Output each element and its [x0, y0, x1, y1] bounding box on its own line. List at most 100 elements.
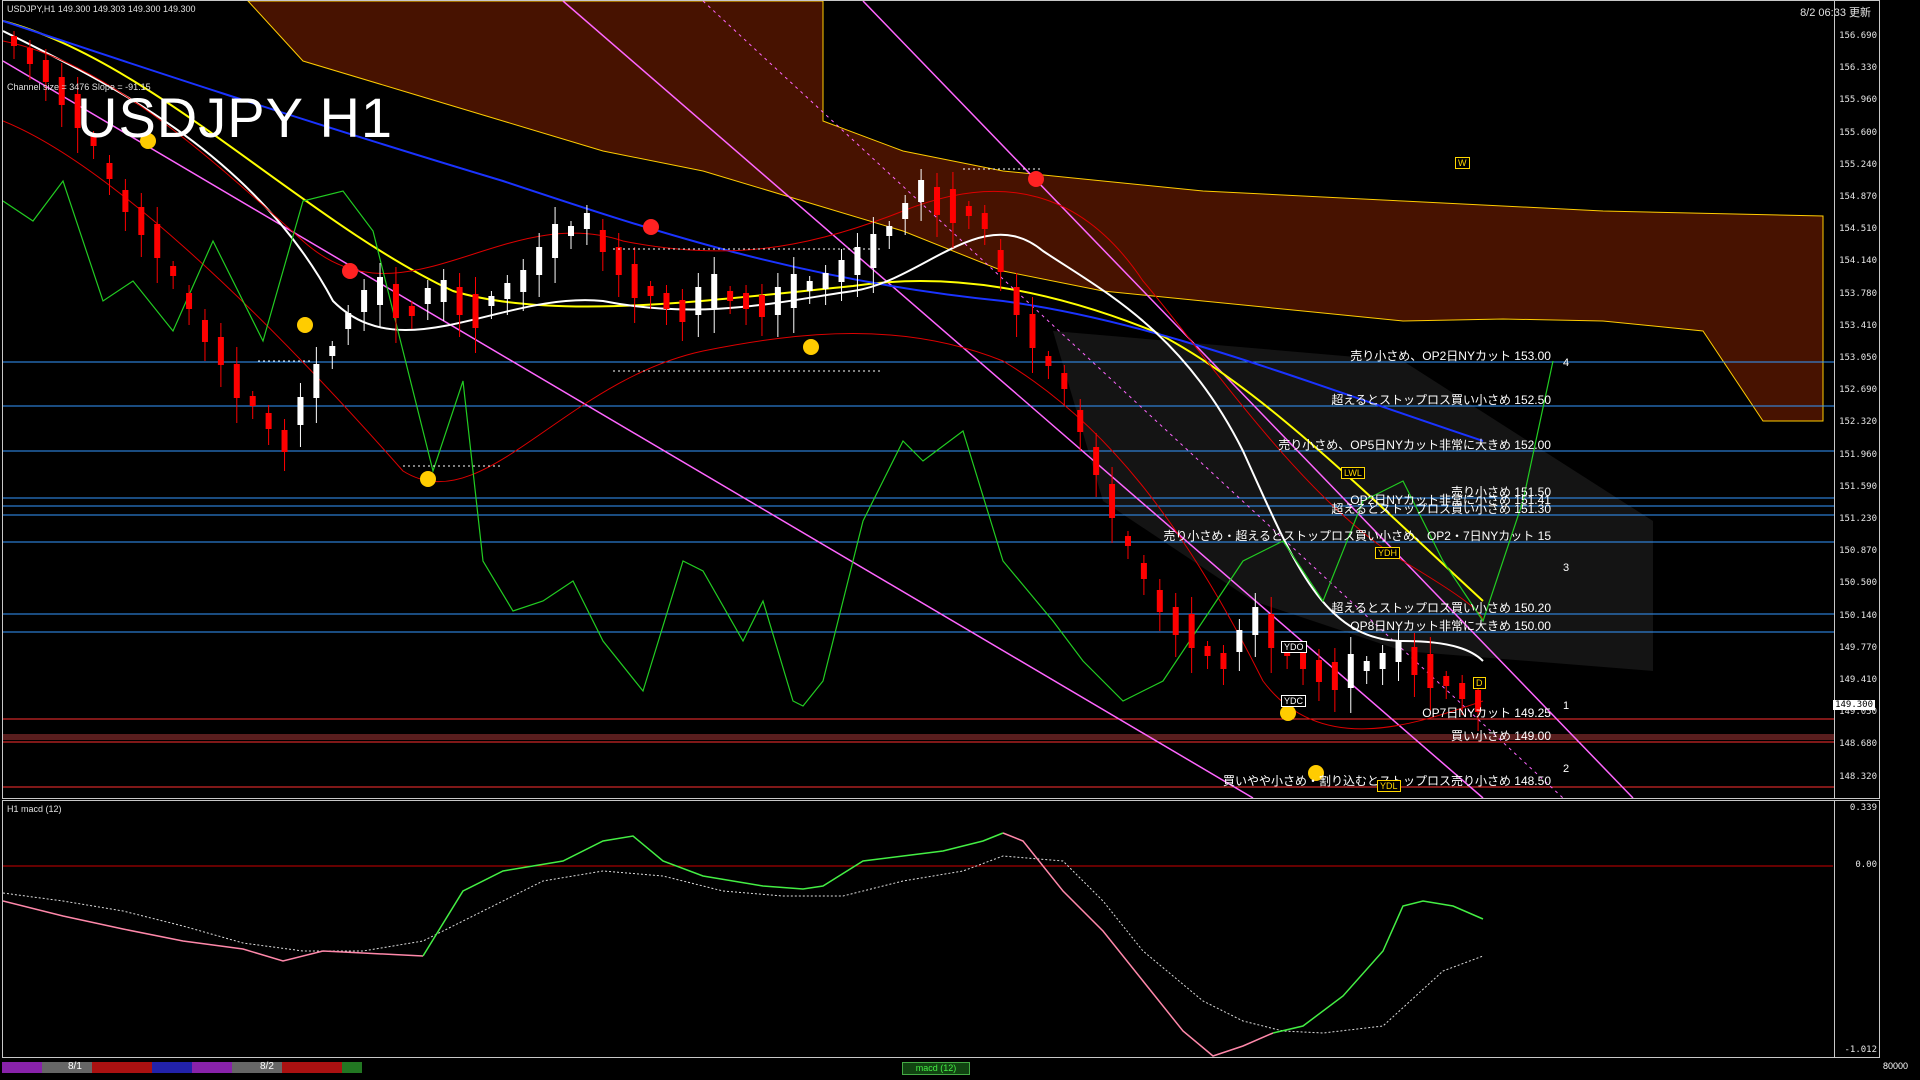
candle-body: [806, 281, 813, 291]
macd-axis: 0.339 0.00 -1.012: [1834, 801, 1879, 1057]
macd-main-line: [3, 900, 424, 962]
level-label: 買い小さめ 149.00: [1450, 729, 1551, 743]
ydo-tag: YDO: [1281, 641, 1307, 653]
macd-axis-top: 0.339: [1849, 803, 1877, 813]
candle-body: [663, 293, 670, 309]
session-strip: 8/1 8/2 macd (12) 80000: [2, 1060, 1918, 1078]
macd-svg: [3, 832, 1833, 1057]
candle-body: [615, 247, 622, 275]
price-tick: 155.960: [1839, 95, 1877, 106]
candle-body: [424, 288, 431, 304]
candle-body: [552, 224, 559, 258]
candle-body: [1077, 410, 1084, 432]
price-axis: 156.690 156.330 155.960 155.600 155.240 154.8…: [1834, 1, 1879, 798]
price-tick: 151.590: [1839, 481, 1877, 492]
candle-body: [790, 274, 797, 308]
candle-body: [201, 320, 208, 342]
price-tick: 148.680: [1839, 739, 1877, 750]
candle-body: [854, 247, 861, 275]
candle-body: [1140, 563, 1147, 579]
level-label: 超えるとストップロス買い小さめ 151.30: [1331, 502, 1551, 516]
candle-body: [520, 270, 527, 292]
candle-body: [679, 300, 686, 322]
candle-body: [902, 203, 909, 219]
candle-body: [886, 226, 893, 236]
price-tick: 152.320: [1839, 417, 1877, 428]
candle-body: [711, 274, 718, 308]
macd-main-line-recover: [1272, 900, 1484, 1034]
weekly-tag: W: [1455, 157, 1470, 169]
ydh-tag: YDH: [1375, 547, 1401, 559]
candle-body: [217, 337, 224, 365]
candle-body: [774, 287, 781, 315]
candle-body: [329, 346, 336, 356]
ydl-tag: YDL: [1377, 780, 1401, 792]
main-chart-pane[interactable]: USDJPY,H1 149.300 149.303 149.300 149.30…: [2, 0, 1880, 799]
candle-body: [567, 226, 574, 236]
candle-body: [949, 189, 956, 223]
candle-body: [1331, 662, 1338, 690]
candle-body: [536, 247, 543, 275]
price-tick: 148.320: [1839, 771, 1877, 782]
candle-body: [743, 293, 750, 309]
candle-body: [1268, 614, 1275, 648]
level-label: 超えるとストップロス買い小さめ 152.50: [1331, 393, 1551, 407]
candle-body: [1252, 607, 1259, 635]
level-label: 売り小さめ、OP5日NYカット非常に大きめ 152.00: [1278, 438, 1551, 452]
candle-body: [281, 430, 288, 452]
candle-body: [1236, 630, 1243, 652]
candle-body: [631, 264, 638, 298]
candle-body: [233, 364, 240, 398]
current-price-box: 149.300: [1833, 700, 1875, 710]
wave-marker-4: 4: [1563, 357, 1570, 369]
candle-body: [1013, 287, 1020, 315]
candle-body: [138, 207, 145, 235]
price-tick: 156.330: [1839, 63, 1877, 74]
chart-title: USDJPY H1: [77, 86, 394, 149]
indicator-tab[interactable]: macd (12): [902, 1062, 970, 1075]
candle-body: [488, 296, 495, 306]
price-tick: 150.140: [1839, 610, 1877, 621]
candle-body: [408, 306, 415, 316]
candle-body: [1363, 661, 1370, 671]
candle-body: [26, 48, 33, 64]
candle-body: [1459, 683, 1466, 699]
candle-body: [472, 294, 479, 328]
candle-body: [297, 397, 304, 425]
candle-body: [583, 213, 590, 229]
candle-body: [838, 260, 845, 282]
level-label: 超えるとストップロス買い小さめ 150.20: [1331, 601, 1551, 615]
candle-body: [1347, 654, 1354, 688]
level-label: OP7日NYカット 149.25: [1422, 706, 1551, 720]
level-label: 売り小さめ、OP2日NYカット 153.00: [1350, 349, 1551, 363]
candle-body: [1109, 484, 1116, 518]
candle-body: [440, 280, 447, 302]
candle-body: [965, 206, 972, 216]
macd-pane[interactable]: H1 macd (12) 0.339 0.00 -1.012: [2, 800, 1880, 1058]
candle-body: [11, 36, 17, 46]
candle-body: [313, 364, 320, 398]
candle-body: [1172, 607, 1179, 635]
macd-axis-zero: 0.00: [1855, 860, 1877, 870]
wave-marker-2: 2: [1563, 763, 1570, 775]
macd-main-line-up: [422, 832, 1004, 957]
ydc-tag: YDC: [1281, 695, 1307, 707]
candle-body: [758, 295, 765, 317]
price-tick: 150.870: [1839, 546, 1877, 557]
candle-body: [1395, 640, 1402, 662]
candle-body: [727, 291, 734, 301]
macd-axis-bottom: -1.012: [1844, 1045, 1877, 1055]
candle-body: [122, 190, 129, 212]
candle-body: [504, 283, 511, 299]
candle-body: [1188, 614, 1195, 648]
lwl-tag: LWL: [1341, 467, 1365, 479]
price-tick: 153.410: [1839, 320, 1877, 331]
candle-body: [695, 287, 702, 315]
candle-body: [934, 187, 941, 215]
price-tick: 155.240: [1839, 159, 1877, 170]
candle-body: [1443, 676, 1450, 686]
candle-body: [1124, 536, 1131, 546]
candle-body: [265, 413, 272, 429]
day-label-1: 8/1: [68, 1061, 82, 1072]
candle-body: [1220, 653, 1227, 669]
